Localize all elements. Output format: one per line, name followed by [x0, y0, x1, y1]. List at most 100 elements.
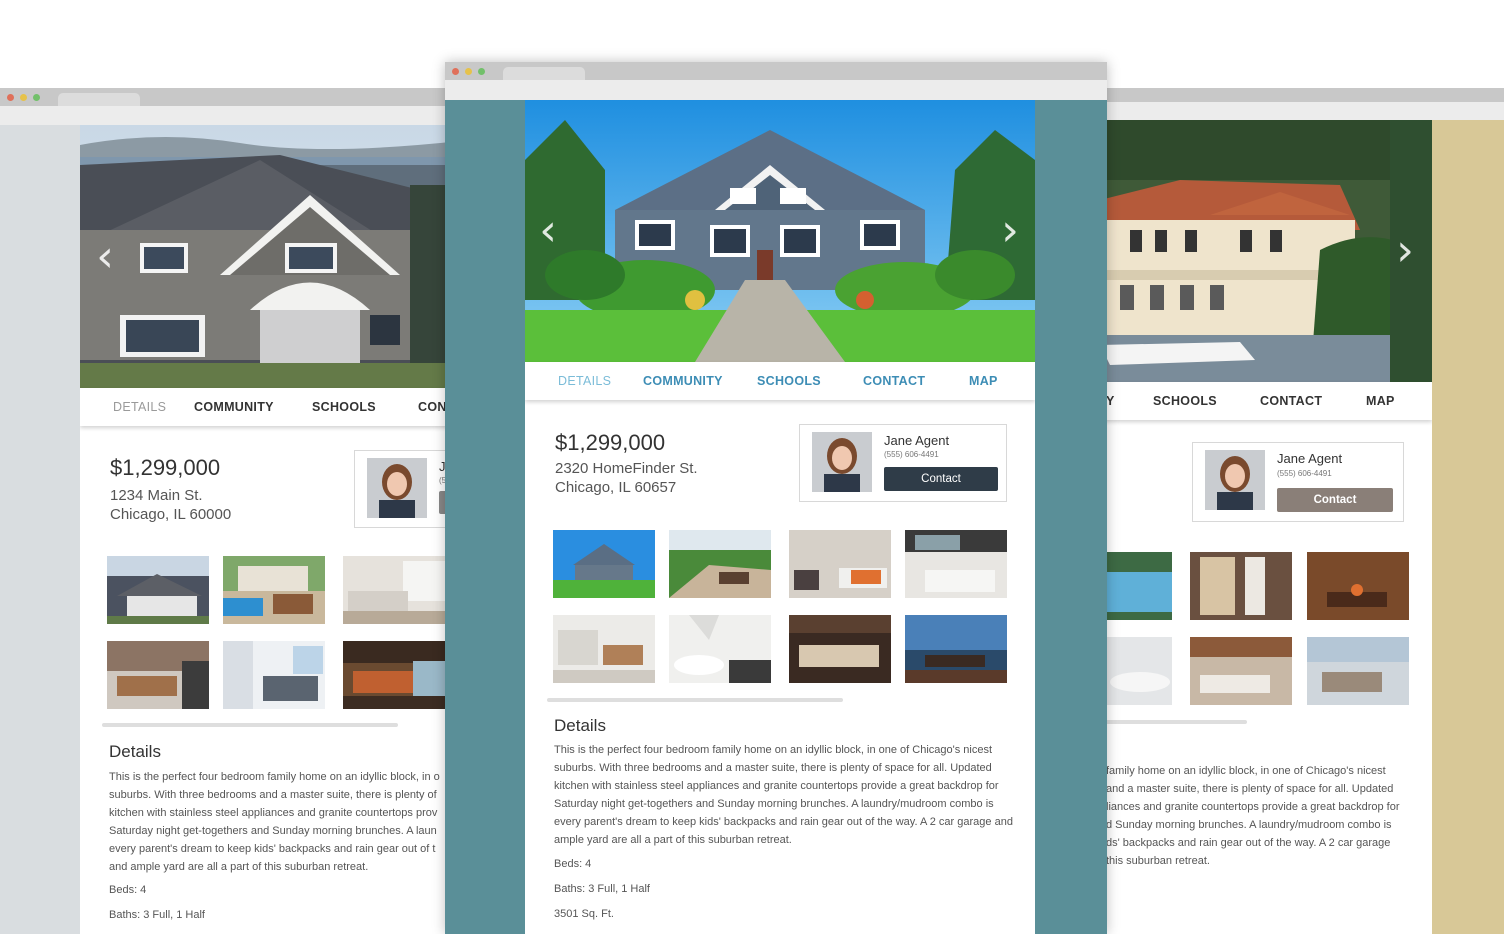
description-line: Saturday night get-togethers and Sunday … — [109, 825, 437, 837]
chevron-right-icon[interactable]: › — [1392, 229, 1418, 273]
address-line-2: Chicago, IL 60657 — [555, 479, 677, 496]
maximize-dot[interactable] — [478, 68, 485, 75]
description-line: liances and granite countertops provide … — [1106, 801, 1400, 813]
contact-button[interactable]: Contact — [884, 467, 998, 491]
details-heading: Details — [554, 716, 606, 735]
sqft-fact: 3501 Sq. Ft. — [554, 908, 614, 920]
beds-fact: Beds: 4 — [109, 884, 147, 896]
address-line-1: 2320 HomeFinder St. — [555, 460, 698, 477]
close-dot[interactable] — [452, 68, 459, 75]
photo-thumbnail[interactable] — [905, 530, 1007, 598]
address-bar[interactable] — [1090, 102, 1504, 120]
photo-thumbnail[interactable] — [223, 641, 325, 709]
address-bar[interactable] — [0, 106, 460, 125]
section-divider — [547, 698, 843, 702]
description: family home on an idyllic block, in one … — [1106, 762, 1432, 870]
nav-contact[interactable]: CONTACT — [863, 374, 925, 388]
address-line-1: 1234 Main St. — [110, 487, 203, 504]
description-line: family home on an idyllic block, in one … — [1106, 765, 1386, 777]
section-divider — [102, 723, 398, 727]
hero-image: ‹ — [80, 125, 460, 388]
minimize-dot[interactable] — [465, 68, 472, 75]
photo-thumbnail[interactable] — [343, 556, 445, 624]
browser-tab[interactable] — [503, 67, 585, 81]
nav-schools[interactable]: SCHOOLS — [757, 374, 821, 388]
beds-fact: Beds: 4 — [554, 858, 592, 870]
chevron-left-icon[interactable]: ‹ — [535, 209, 561, 253]
baths-fact: Baths: 3 Full, 1 Half — [554, 883, 650, 895]
photo-thumbnail[interactable] — [107, 556, 209, 624]
photo-thumbnail[interactable] — [107, 641, 209, 709]
photo-thumbnail[interactable] — [223, 556, 325, 624]
description-line: kitchen with stainless steel appliances … — [109, 807, 438, 819]
listing-page-right: › Y SCHOOLS CONTACT MAP Jane Agent (555)… — [1090, 120, 1432, 934]
address-bar[interactable] — [445, 80, 1107, 100]
description-line: ds' backpacks and rain gear out of the w… — [1106, 837, 1391, 849]
photo-thumbnail[interactable] — [669, 530, 771, 598]
nav-map[interactable]: MAP — [969, 374, 998, 388]
photo-thumbnail[interactable] — [669, 615, 771, 683]
browser-window-left: ‹ DETAILS COMMUNITY SCHOOLS CON $1,299,0… — [0, 88, 460, 934]
listing-nav: DETAILS COMMUNITY SCHOOLS CON — [80, 388, 460, 426]
listing-page-left: ‹ DETAILS COMMUNITY SCHOOLS CON $1,299,0… — [80, 125, 460, 934]
listing-price: $1,299,000 — [110, 455, 221, 480]
photo-thumbnail[interactable] — [1307, 637, 1409, 705]
close-dot[interactable] — [7, 94, 14, 101]
agent-photo — [367, 458, 427, 518]
description-line: this suburban retreat. — [1106, 855, 1210, 867]
nav-details[interactable]: DETAILS — [113, 400, 166, 414]
description-line: This is the perfect four bedroom family … — [109, 771, 440, 783]
description-line: every parent's dream to keep kids' backp… — [109, 843, 436, 855]
photo-thumbnail[interactable] — [1190, 552, 1292, 620]
browser-window-right: › Y SCHOOLS CONTACT MAP Jane Agent (555)… — [1090, 88, 1504, 934]
details-heading: Details — [109, 742, 161, 761]
photo-thumbnail[interactable] — [789, 530, 891, 598]
minimize-dot[interactable] — [20, 94, 27, 101]
agent-phone: (555) 606-4491 — [1277, 469, 1332, 478]
photo-thumbnail[interactable] — [1307, 552, 1409, 620]
agent-phone: (555) 606-4491 — [884, 450, 939, 459]
listing-nav: DETAILS COMMUNITY SCHOOLS CONTACT MAP — [525, 362, 1035, 400]
agent-name: Jane Agent — [1277, 451, 1343, 466]
nav-schools[interactable]: SCHOOLS — [1153, 394, 1217, 408]
browser-chrome — [0, 88, 460, 107]
photo-thumbnail[interactable] — [905, 615, 1007, 683]
listing-page-center: ‹ › DETAILS COMMUNITY SCHOOLS CONTACT MA… — [525, 100, 1035, 934]
agent-photo — [812, 432, 872, 492]
agent-card: Jane Agent (555) 606-4491 Contact — [799, 424, 1007, 502]
browser-tab[interactable] — [58, 93, 140, 107]
chevron-right-icon[interactable]: › — [997, 209, 1023, 253]
description-line: and ample yard are all a part of this su… — [109, 861, 369, 873]
photo-thumbnail[interactable] — [553, 615, 655, 683]
nav-community[interactable]: COMMUNITY — [643, 374, 723, 388]
baths-fact: Baths: 3 Full, 1 Half — [109, 909, 205, 921]
address-line-2: Chicago, IL 60000 — [110, 506, 232, 523]
hero-image: ‹ › — [525, 100, 1035, 362]
maximize-dot[interactable] — [33, 94, 40, 101]
nav-community[interactable]: Y — [1106, 394, 1115, 408]
nav-details[interactable]: DETAILS — [558, 374, 611, 388]
description: This is the perfect four bedroom family … — [554, 744, 1013, 846]
agent-card: Jane Agent (555) 606-4491 Contact — [1192, 442, 1404, 522]
listing-price: $1,299,000 — [555, 430, 666, 455]
description-line: and a master suite, there is plenty of s… — [1106, 783, 1394, 795]
photo-thumbnail[interactable] — [1190, 637, 1292, 705]
photo-thumbnail[interactable] — [789, 615, 891, 683]
nav-schools[interactable]: SCHOOLS — [312, 400, 376, 414]
chevron-left-icon[interactable]: ‹ — [92, 234, 118, 278]
listing-nav: Y SCHOOLS CONTACT MAP — [1090, 382, 1432, 420]
description-line: d Sunday morning brunches. A laundry/mud… — [1106, 819, 1392, 831]
photo-thumbnail[interactable] — [343, 641, 445, 709]
browser-chrome — [445, 62, 1107, 81]
browser-window-center: ‹ › DETAILS COMMUNITY SCHOOLS CONTACT MA… — [445, 62, 1107, 934]
nav-contact[interactable]: CON — [418, 400, 447, 414]
browser-chrome — [1090, 88, 1504, 102]
nav-community[interactable]: COMMUNITY — [194, 400, 274, 414]
contact-button[interactable]: Contact — [1277, 488, 1393, 512]
description-line: suburbs. With three bedrooms and a maste… — [109, 789, 437, 801]
hero-image: › — [1090, 120, 1432, 382]
photo-thumbnail[interactable] — [553, 530, 655, 598]
agent-name: Jane Agent — [884, 433, 950, 448]
nav-contact[interactable]: CONTACT — [1260, 394, 1322, 408]
nav-map[interactable]: MAP — [1366, 394, 1395, 408]
